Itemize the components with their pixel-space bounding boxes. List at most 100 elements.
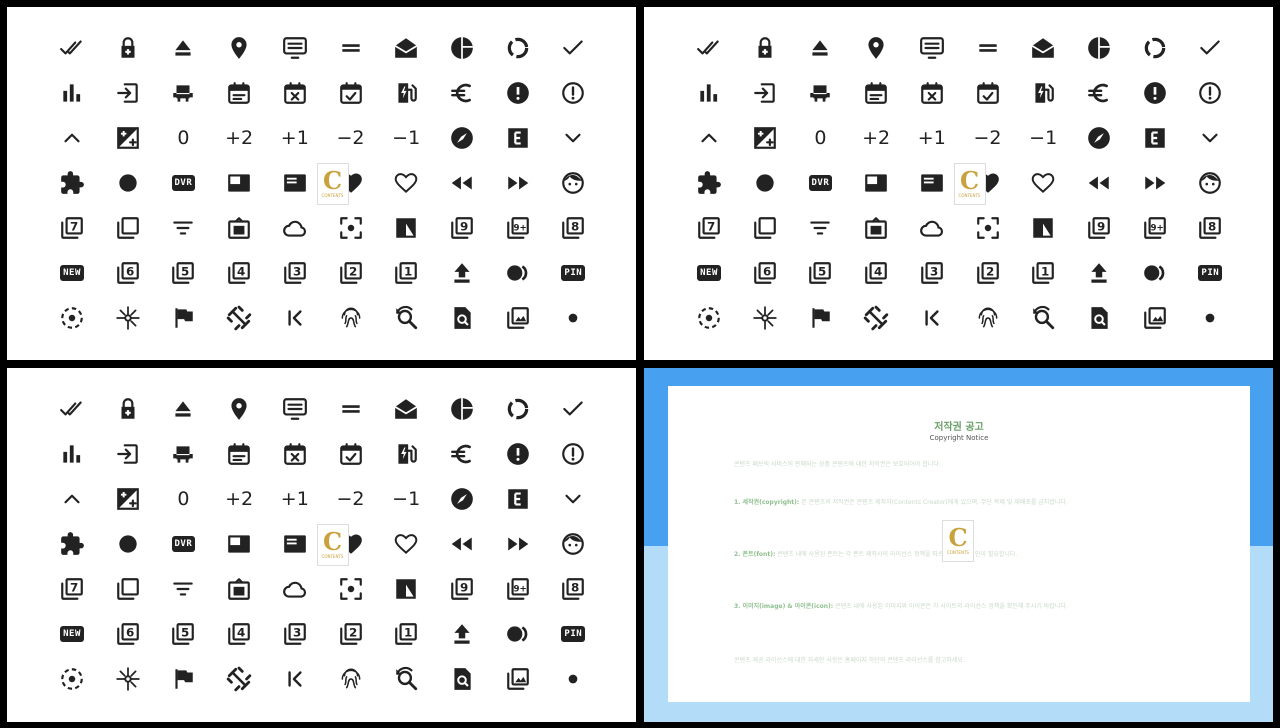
fitness-center-icon: [854, 298, 898, 338]
logo-letter: C: [948, 522, 968, 552]
exposure-neg-1-label: −1: [1029, 127, 1058, 149]
exposure-plus-2-label: +2: [225, 127, 254, 149]
featured-play-list-icon: [273, 524, 317, 564]
error-outline-icon: [551, 73, 595, 113]
featured-play-list-icon: [273, 163, 317, 203]
filter-4-icon: 4: [217, 614, 261, 654]
filter-1-icon: 1: [384, 253, 428, 293]
pie-chart-icon: [440, 28, 484, 68]
error-icon: [1133, 73, 1177, 113]
svg-text:8: 8: [1208, 220, 1216, 234]
check-icon: [551, 389, 595, 429]
exposure-plus-1-cell: +1: [273, 118, 317, 158]
svg-text:2: 2: [349, 265, 357, 279]
find-in-page-icon: [440, 659, 484, 699]
svg-text:3: 3: [930, 265, 938, 279]
seat-icon: [161, 73, 205, 113]
first-page-icon: [910, 298, 954, 338]
svg-text:9: 9: [1097, 220, 1105, 234]
exposure-neg-2-label: −2: [973, 127, 1002, 149]
event-available-icon: [329, 73, 373, 113]
filter-list-icon: [161, 208, 205, 248]
seat-icon: [798, 73, 842, 113]
notice-subtitle: Copyright Notice: [929, 434, 989, 442]
done-all-icon: [50, 28, 94, 68]
input-icon: [106, 434, 150, 474]
expand-less-icon: [687, 118, 731, 158]
logo-text: CONTENTS: [321, 553, 344, 559]
flare-icon: [106, 659, 150, 699]
file-upload-icon: [440, 614, 484, 654]
dvr-badge-cell: DVR: [798, 163, 842, 203]
filter-4-icon: 4: [854, 253, 898, 293]
exposure-zero-label: 0: [814, 127, 827, 149]
filter-none-icon: [743, 208, 787, 248]
exposure-icon: [106, 479, 150, 519]
error-icon: [496, 434, 540, 474]
fiber-pin-badge-cell: PIN: [551, 614, 595, 654]
find-replace-icon: [384, 659, 428, 699]
exposure-plus-1-label: +1: [917, 127, 946, 149]
svg-text:9+: 9+: [1150, 224, 1163, 234]
fiber-pin-badge-cell: PIN: [551, 253, 595, 293]
filter-2-icon: 2: [329, 614, 373, 654]
exposure-neg-1-label: −1: [392, 488, 421, 510]
face-icon: [1188, 163, 1232, 203]
expand-less-icon: [50, 479, 94, 519]
exposure-icon: [106, 118, 150, 158]
input-icon: [743, 73, 787, 113]
filter-center-focus-icon: [329, 569, 373, 609]
event-busy-icon: [273, 434, 317, 474]
filter-list-icon: [798, 208, 842, 248]
error-icon: [496, 73, 540, 113]
filter-photo-icon: [1133, 298, 1177, 338]
exposure-zero-label: 0: [177, 127, 190, 149]
fiber-manual-record-icon: [106, 163, 150, 203]
dvr-badge: DVR: [171, 536, 196, 552]
fiber-new-badge: NEW: [60, 265, 84, 281]
filter-tilt-shift-icon: [50, 659, 94, 699]
svg-text:2: 2: [349, 626, 357, 640]
fingerprint-icon: [329, 659, 373, 699]
event-available-icon: [966, 73, 1010, 113]
lock-plus-icon: [106, 28, 150, 68]
svg-text:8: 8: [571, 581, 579, 595]
logo-letter: C: [322, 165, 343, 195]
filter-photo-icon: [496, 298, 540, 338]
exposure-plus-2-cell: +2: [217, 479, 261, 519]
fast-forward-icon: [496, 163, 540, 203]
fiber-manual-record-icon: [743, 163, 787, 203]
featured-video-icon: [854, 163, 898, 203]
exposure-neg-1-cell: −1: [384, 118, 428, 158]
dot-icon: [551, 298, 595, 338]
fast-rewind-icon: [1077, 163, 1121, 203]
drafts-icon: [384, 389, 428, 429]
contents-logo-watermark: C CONTENTS: [316, 163, 349, 205]
featured-play-list-icon: [910, 163, 954, 203]
exposure-zero-cell: 0: [161, 479, 205, 519]
svg-text:5: 5: [181, 626, 189, 640]
explicit-icon: [1133, 118, 1177, 158]
logo-text: CONTENTS: [958, 192, 981, 198]
fiber-new-badge-cell: NEW: [50, 253, 94, 293]
location-pin-icon: [217, 28, 261, 68]
filter-frames-icon: [217, 208, 261, 248]
svg-text:5: 5: [818, 265, 826, 279]
svg-text:9: 9: [460, 581, 468, 595]
filter-center-focus-icon: [966, 208, 1010, 248]
logo-letter: C: [959, 165, 980, 195]
display-list-icon: [910, 28, 954, 68]
svg-text:7: 7: [70, 581, 78, 595]
filter-b-and-w-icon: [384, 569, 428, 609]
bar-chart-icon: [687, 73, 731, 113]
svg-text:2: 2: [986, 265, 994, 279]
flag-icon: [798, 298, 842, 338]
location-pin-icon: [217, 389, 261, 429]
notice-title: 저작권 공고: [934, 422, 984, 433]
contents-logo-watermark: C CONTENTS: [316, 524, 349, 566]
notice-outro: 콘텐츠 제공 라이선스에 대한 자세한 사항은 홈페이지 하단의 콘텐츠 라이선…: [734, 657, 965, 664]
exposure-neg-1-label: −1: [392, 127, 421, 149]
error-outline-icon: [551, 434, 595, 474]
notice-section-2-head: 2. 폰트(font):: [734, 551, 776, 558]
filter-9-icon: 9: [440, 208, 484, 248]
